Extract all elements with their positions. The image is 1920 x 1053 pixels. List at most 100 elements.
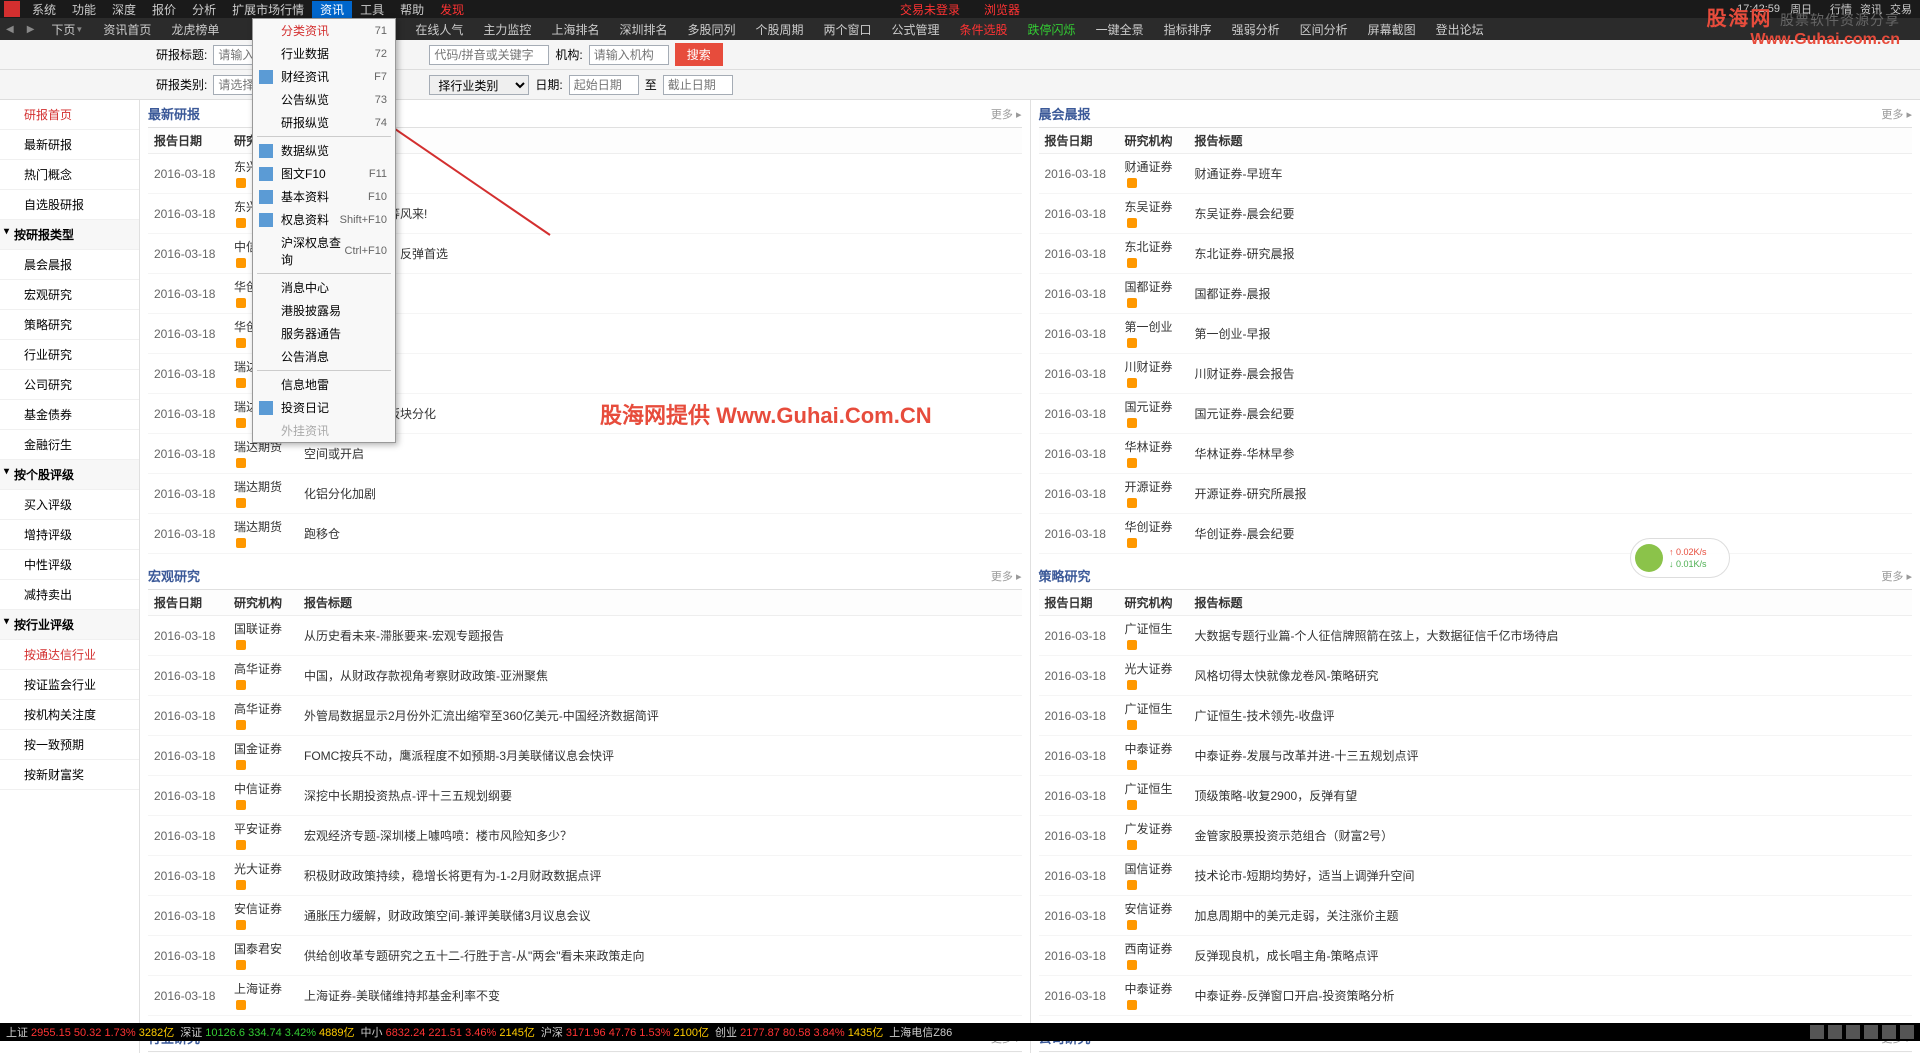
menu-分析[interactable]: 分析	[184, 1, 224, 18]
table-row[interactable]: 2016-03-18华林证券华林证券-华林早参	[1039, 434, 1913, 474]
sidebar-group-按行业评级[interactable]: 按行业评级	[0, 610, 139, 640]
report-link[interactable]: 华创证券-晨会纪要	[1195, 527, 1295, 541]
report-link[interactable]: 加息周期中的美元走弱，关注涨价主题	[1195, 909, 1399, 923]
report-link[interactable]: 开源证券-研究所晨报	[1195, 487, 1307, 501]
nav-forward[interactable]	[21, 18, 41, 40]
sidebar-item-买入评级[interactable]: 买入评级	[0, 490, 139, 520]
sidebar-item-行业研究[interactable]: 行业研究	[0, 340, 139, 370]
more-link[interactable]: 更多	[1881, 568, 1912, 584]
dropdown-基本资料[interactable]: 基本资料F10	[253, 185, 395, 208]
report-link[interactable]: 顶级策略-收复2900，反弹有望	[1195, 789, 1358, 803]
index-中小[interactable]: 中小 6832.24 221.51 3.46% 2145亿	[361, 1024, 535, 1040]
dropdown-数据纵览[interactable]: 数据纵览	[253, 139, 395, 162]
toolbar-btn-18[interactable]: 指标排序	[1154, 18, 1222, 40]
report-link[interactable]: 中泰证券-反弹窗口开启-投资策略分析	[1195, 989, 1395, 1003]
report-link[interactable]: 国都证券-晨报	[1195, 287, 1271, 301]
input-date-end[interactable]	[663, 75, 733, 95]
toolbar-btn-8[interactable]: 主力监控	[473, 18, 541, 40]
more-link[interactable]: 更多	[991, 568, 1022, 584]
sidebar-item-按机构关注度[interactable]: 按机构关注度	[0, 700, 139, 730]
toolbar-btn-3[interactable]	[229, 18, 249, 40]
table-row[interactable]: 2016-03-18广证恒生大数据专题行业篇-个人征信牌照箭在弦上，大数据征信千…	[1039, 616, 1913, 656]
dropdown-图文F10[interactable]: 图文F10F11	[253, 162, 395, 185]
table-row[interactable]: 2016-03-18财通证券财通证券-早班车	[1039, 154, 1913, 194]
status-icon-0[interactable]	[1810, 1025, 1824, 1039]
report-link[interactable]: 金管家股票投资示范组合（财富2号）	[1195, 829, 1394, 843]
table-row[interactable]: 2016-03-18国联证券从历史看未来-滞胀要来-宏观专题报告	[148, 616, 1022, 656]
header-link-资讯[interactable]: 资讯	[1860, 4, 1882, 16]
report-link[interactable]: 化铝分化加剧	[304, 487, 376, 501]
dropdown-消息中心[interactable]: 消息中心	[253, 276, 395, 299]
table-row[interactable]: 2016-03-18第一创业第一创业-早报	[1039, 314, 1913, 354]
table-row[interactable]: 2016-03-18西南证券反弹现良机，成长唱主角-策略点评	[1039, 936, 1913, 976]
more-link[interactable]: 更多	[991, 106, 1022, 122]
toolbar-btn-0[interactable]: 下页	[41, 18, 93, 40]
sidebar-item-策略研究[interactable]: 策略研究	[0, 310, 139, 340]
dropdown-沪深权息查询[interactable]: 沪深权息查询Ctrl+F10	[253, 231, 395, 271]
report-link[interactable]: 财通证券-早班车	[1195, 167, 1283, 181]
table-row[interactable]: 2016-03-18国元证券国元证券-晨会纪要	[1039, 394, 1913, 434]
dropdown-港股披露易[interactable]: 港股披露易	[253, 299, 395, 322]
table-row[interactable]: 2016-03-18平安证券宏观经济专题-深圳楼上噱鸣喷：楼市风险知多少？	[148, 816, 1022, 856]
nav-back[interactable]	[0, 18, 20, 40]
sidebar-item-研报首页[interactable]: 研报首页	[0, 100, 139, 130]
menu-扩展市场行情[interactable]: 扩展市场行情	[224, 1, 312, 18]
sidebar-item-热门概念[interactable]: 热门概念	[0, 160, 139, 190]
report-link[interactable]: 深挖中长期投资热点-评十三五规划纲要	[304, 789, 512, 803]
sidebar-group-按个股评级[interactable]: 按个股评级	[0, 460, 139, 490]
more-link[interactable]: 更多	[1881, 106, 1912, 122]
toolbar-btn-19[interactable]: 强弱分析	[1222, 18, 1290, 40]
menu-工具[interactable]: 工具	[352, 1, 392, 18]
sidebar-item-增持评级[interactable]: 增持评级	[0, 520, 139, 550]
report-link[interactable]: 跑移仓	[304, 527, 340, 541]
status-icon-5[interactable]	[1900, 1025, 1914, 1039]
sidebar-item-按一致预期[interactable]: 按一致预期	[0, 730, 139, 760]
input-code[interactable]	[429, 45, 549, 65]
report-link[interactable]: 中泰证券-发展与改革并进-十三五规划点评	[1195, 749, 1419, 763]
sidebar-item-宏观研究[interactable]: 宏观研究	[0, 280, 139, 310]
table-row[interactable]: 2016-03-18东吴证券东吴证券-晨会纪要	[1039, 194, 1913, 234]
toolbar-btn-2[interactable]: 龙虎榜单	[161, 18, 229, 40]
table-row[interactable]: 2016-03-18高华证券中国，从财政存款视角考察财政政策-亚洲聚焦	[148, 656, 1022, 696]
sidebar-item-晨会晨报[interactable]: 晨会晨报	[0, 250, 139, 280]
menu-报价[interactable]: 报价	[144, 1, 184, 18]
toolbar-btn-13[interactable]: 两个窗口	[814, 18, 882, 40]
table-row[interactable]: 2016-03-18中信证券深挖中长期投资热点-评十三五规划纲要	[148, 776, 1022, 816]
header-link-行情[interactable]: 行情	[1830, 4, 1852, 16]
input-date-start[interactable]	[569, 75, 639, 95]
menu-系统[interactable]: 系统	[24, 1, 64, 18]
report-link[interactable]: 东北证券-研究晨报	[1195, 247, 1295, 261]
dropdown-财经资讯[interactable]: 财经资讯F7	[253, 65, 395, 88]
sidebar-item-中性评级[interactable]: 中性评级	[0, 550, 139, 580]
table-row[interactable]: 2016-03-18安信证券通胀压力缓解，财政政策空间-兼评美联储3月议息会议	[148, 896, 1022, 936]
table-row[interactable]: 2016-03-18川财证券川财证券-晨会报告	[1039, 354, 1913, 394]
dropdown-信息地雷[interactable]: 信息地雷	[253, 373, 395, 396]
toolbar-btn-20[interactable]: 区间分析	[1290, 18, 1358, 40]
report-link[interactable]: 积极财政政策持续，稳增长将更有为-1-2月财政数据点评	[304, 869, 601, 883]
menu-发现[interactable]: 发现	[432, 1, 472, 18]
index-创业[interactable]: 创业 2177.87 80.58 3.84% 1435亿	[715, 1024, 883, 1040]
table-row[interactable]: 2016-03-18上海证券上海证券-美联储维持邦基金利率不变	[148, 976, 1022, 1016]
report-link[interactable]: 空间或开启	[304, 447, 364, 461]
table-row[interactable]: 2016-03-18国信证券技术论市-短期均势好，适当上调弹升空间	[1039, 856, 1913, 896]
table-row[interactable]: 2016-03-18瑞达期货化铝分化加剧	[148, 474, 1022, 514]
index-沪深[interactable]: 沪深 3171.96 47.76 1.53% 2100亿	[541, 1024, 709, 1040]
menu-深度[interactable]: 深度	[104, 1, 144, 18]
sidebar-item-最新研报[interactable]: 最新研报	[0, 130, 139, 160]
table-row[interactable]: 2016-03-18东北证券东北证券-研究晨报	[1039, 234, 1913, 274]
toolbar-btn-7[interactable]: 在线人气	[405, 18, 473, 40]
toolbar-btn-10[interactable]: 深圳排名	[609, 18, 677, 40]
sidebar-group-按研报类型[interactable]: 按研报类型	[0, 220, 139, 250]
menu-资讯[interactable]: 资讯	[312, 1, 352, 18]
dropdown-分类资讯[interactable]: 分类资讯71	[253, 19, 395, 42]
index-深证[interactable]: 深证 10126.6 334.74 3.42% 4889亿	[180, 1024, 354, 1040]
table-row[interactable]: 2016-03-18国都证券国都证券-晨报	[1039, 274, 1913, 314]
sidebar-item-减持卖出[interactable]: 减持卖出	[0, 580, 139, 610]
sidebar-item-自选股研报[interactable]: 自选股研报	[0, 190, 139, 220]
report-link[interactable]: 第一创业-早报	[1195, 327, 1271, 341]
report-link[interactable]: 上海证券-美联储维持邦基金利率不变	[304, 989, 500, 1003]
sidebar-item-基金债券[interactable]: 基金债券	[0, 400, 139, 430]
toolbar-btn-11[interactable]: 多股同列	[677, 18, 745, 40]
dropdown-权息资料[interactable]: 权息资料Shift+F10	[253, 208, 395, 231]
toolbar-btn-21[interactable]: 屏幕截图	[1358, 18, 1426, 40]
